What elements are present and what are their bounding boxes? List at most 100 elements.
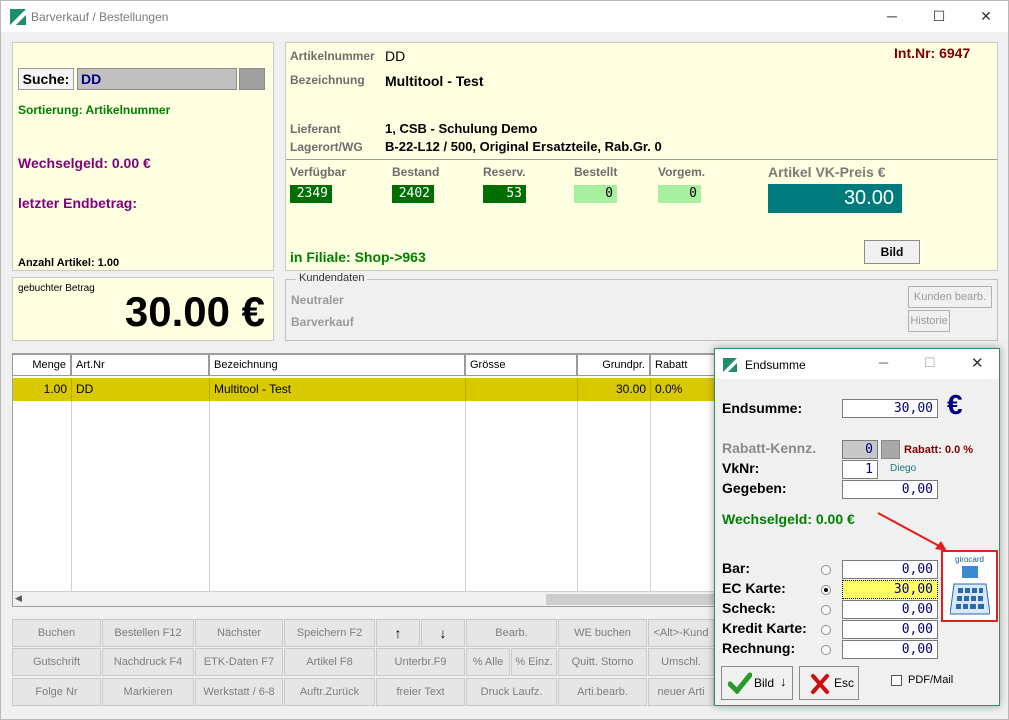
checkmark-icon	[728, 672, 752, 694]
stock-pre-reserved: 0	[658, 185, 701, 203]
new-article-button[interactable]: neuer Arti	[648, 678, 714, 706]
credit-note-button[interactable]: Gutschrift	[12, 648, 101, 676]
order-button[interactable]: Bestellen F12	[102, 619, 194, 647]
grid-header-name[interactable]: Bezeichnung	[209, 354, 465, 376]
save-button[interactable]: Speichern F2	[284, 619, 375, 647]
supplier-label: Lieferant	[290, 122, 341, 136]
pay-ec-radio[interactable]	[821, 585, 831, 595]
grid-header-discount[interactable]: Rabatt	[650, 354, 716, 376]
search-button[interactable]	[239, 68, 265, 90]
move-down-button[interactable]: ↓	[421, 619, 465, 647]
booked-amount: 30.00 €	[124, 288, 265, 335]
vknr-label: VkNr:	[722, 460, 760, 476]
change-text: Wechselgeld: 0.00 €	[18, 155, 151, 171]
maximize-button[interactable]: ☐	[916, 1, 962, 32]
article-price: 30.00	[768, 184, 902, 213]
given-field[interactable]: 0,00	[842, 480, 938, 499]
dialog-change-text: Wechselgeld: 0.00 €	[722, 511, 855, 527]
workshop-button[interactable]: Werkstatt / 6-8	[195, 678, 283, 706]
grid-col-line	[209, 401, 210, 591]
dialog-bild-button[interactable]: Bild ↓	[721, 666, 793, 700]
dialog-close-button[interactable]: ✕	[971, 354, 984, 372]
reprint-button[interactable]: Nachdruck F4	[102, 648, 194, 676]
vknr-field[interactable]: 1	[842, 460, 878, 479]
pay-credit-card-radio[interactable]	[821, 625, 831, 635]
move-up-button[interactable]: ↑	[376, 619, 420, 647]
grid-header-size[interactable]: Grösse	[465, 354, 577, 376]
receipt-cancel-button[interactable]: Quitt. Storno	[558, 648, 647, 676]
article-panel: Artikelnummer DD Int.Nr: 6947 Bezeichnun…	[285, 42, 998, 271]
pay-cheque-radio[interactable]	[821, 605, 831, 615]
interrupt-button[interactable]: Unterbr.F9	[376, 648, 465, 676]
free-text-button[interactable]: freier Text	[376, 678, 465, 706]
alt-customer-button[interactable]: <Alt>-Kund	[648, 619, 714, 647]
edit-customer-button[interactable]: Kunden bearb.	[908, 286, 992, 308]
discount-label: Rabatt-Kennz.	[722, 440, 817, 456]
etk-data-button[interactable]: ETK-Daten F7	[195, 648, 283, 676]
edit-article-button[interactable]: Arti.bearb.	[558, 678, 647, 706]
pay-ec-field[interactable]: 30,00	[842, 580, 938, 599]
article-button[interactable]: Artikel F8	[284, 648, 375, 676]
pay-invoice-radio[interactable]	[821, 645, 831, 655]
edit-button[interactable]: Bearb.	[466, 619, 557, 647]
stock-inventory: 2402	[392, 185, 434, 203]
storage: B-22-L12 / 500, Original Ersatzteile, Ra…	[385, 139, 662, 154]
horizontal-scrollbar[interactable]: ◀	[13, 591, 716, 606]
dialog-title-bar: Endsumme ─ ☐ ✕	[715, 349, 999, 379]
discount-field[interactable]: 0	[842, 440, 878, 459]
total-field[interactable]: 30,00	[842, 399, 938, 418]
print-runtime-button[interactable]: Druck Laufz.	[466, 678, 557, 706]
article-count: Anzahl Artikel: 1.00	[18, 257, 120, 269]
grid-col-line	[577, 401, 578, 591]
pay-invoice-field[interactable]: 0,00	[842, 640, 938, 659]
grid-header-artnr[interactable]: Art.Nr	[71, 354, 209, 376]
pay-cash-radio[interactable]	[821, 565, 831, 575]
grid-header-baseprice[interactable]: Grundpr.	[577, 354, 650, 376]
stock-label-inventory: Bestand	[392, 165, 440, 179]
pay-cheque-field[interactable]: 0,00	[842, 600, 938, 619]
storage-label: Lagerort/WG	[290, 140, 363, 154]
divider	[286, 159, 997, 160]
next-button[interactable]: Nächster	[195, 619, 283, 647]
mark-button[interactable]: Markieren	[102, 678, 194, 706]
discount-text: Rabatt: 0.0 %	[904, 444, 974, 456]
order-back-button[interactable]: Auftr.Zurück	[284, 678, 375, 706]
last-total-label: letzter Endbetrag:	[18, 195, 138, 211]
book-button[interactable]: Buchen	[12, 619, 101, 647]
scroll-left-icon[interactable]: ◀	[15, 593, 22, 604]
percent-single-button[interactable]: % Einz.	[511, 648, 557, 676]
pay-credit-card-field[interactable]: 0,00	[842, 620, 938, 639]
stock-label-reserved: Reserv.	[483, 165, 526, 179]
stock-reserved: 53	[483, 185, 526, 203]
sequence-number-button[interactable]: Folge Nr	[12, 678, 101, 706]
pdf-mail-checkbox[interactable]	[891, 675, 902, 686]
close-button[interactable]: ✕	[963, 1, 1009, 32]
envelope-button[interactable]: Umschl.	[648, 648, 714, 676]
history-button[interactable]: Historie	[908, 310, 950, 332]
minimize-button[interactable]: ─	[869, 1, 915, 32]
we-book-button[interactable]: WE buchen	[558, 619, 647, 647]
booked-label: gebuchter Betrag	[18, 283, 95, 294]
title-bar: Barverkauf / Bestellungen ─ ☐ ✕	[1, 1, 1008, 32]
girocard-label: girocard	[955, 555, 984, 564]
dialog-maximize-button[interactable]: ☐	[924, 355, 936, 371]
search-input[interactable]: DD	[77, 68, 237, 90]
pay-cash-field[interactable]: 0,00	[842, 560, 938, 579]
stock-label-reserved-pre: Vorgem.	[658, 165, 706, 179]
pay-invoice-label: Rechnung:	[722, 640, 796, 656]
image-button[interactable]: Bild	[864, 240, 920, 264]
grid-header-qty[interactable]: Menge	[12, 354, 71, 376]
discount-lookup-button[interactable]	[881, 440, 900, 459]
girocard-button[interactable]: girocard	[941, 550, 998, 622]
pay-cheque-label: Scheck:	[722, 600, 776, 616]
dialog-minimize-button[interactable]: ─	[879, 355, 888, 370]
search-label: Suche:	[18, 68, 74, 90]
price-label: Artikel VK-Preis €	[768, 164, 886, 180]
pdf-mail-label: PDF/Mail	[908, 674, 954, 686]
dialog-bild-label: Bild	[754, 676, 775, 690]
dialog-title: Endsumme	[745, 358, 806, 372]
stock-available: 2349	[290, 185, 332, 203]
dialog-esc-button[interactable]: Esc	[799, 666, 859, 700]
scrollbar-thumb[interactable]	[546, 594, 714, 605]
percent-all-button[interactable]: % Alle	[466, 648, 510, 676]
